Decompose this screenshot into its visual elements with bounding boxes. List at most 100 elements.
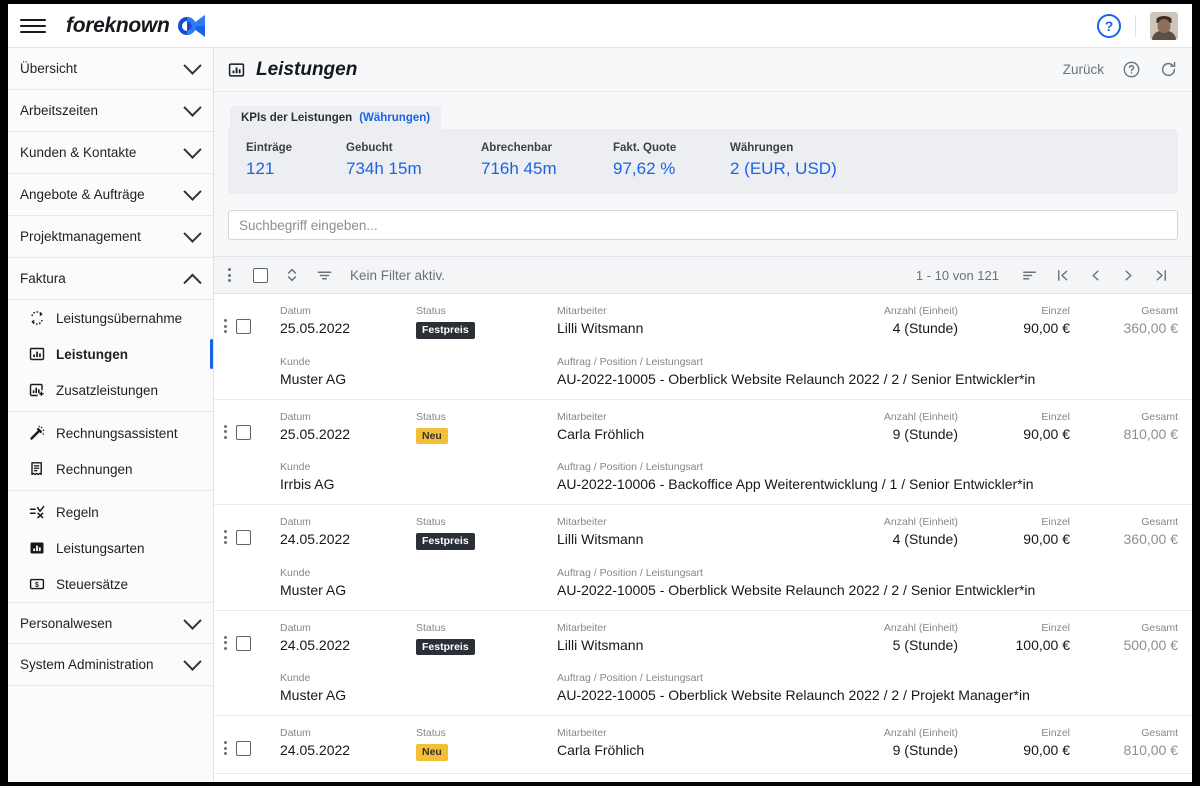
sidebar-item-leistungen[interactable]: Leistungen xyxy=(8,336,213,372)
row-checkbox[interactable] xyxy=(236,530,251,545)
more-vertical-icon[interactable] xyxy=(214,268,244,282)
status-badge: Neu xyxy=(416,427,448,444)
cell-label: Gesamt xyxy=(1141,621,1178,634)
help-circle-icon[interactable] xyxy=(1122,60,1141,79)
row-more-vertical-icon[interactable] xyxy=(224,424,227,439)
user-avatar[interactable] xyxy=(1150,11,1178,40)
kpi-gebucht: Gebucht 734h 15m xyxy=(346,142,481,179)
cell-value: Lilli Witsmann xyxy=(557,636,644,653)
next-page-icon[interactable] xyxy=(1112,260,1145,290)
table-row[interactable]: Datum 24.05.2022 Status Festpreis Mitarb… xyxy=(214,610,1192,716)
row-more-vertical-icon[interactable] xyxy=(224,741,227,755)
row-checkbox[interactable] xyxy=(236,635,251,651)
kpi-currency-link[interactable]: (Währungen) xyxy=(359,112,430,124)
brand-label: foreknown xyxy=(66,13,170,37)
sidebar-item-label: Rechnungen xyxy=(56,461,133,477)
row-checkbox[interactable] xyxy=(236,424,251,440)
sidebar-group-label: Angebote & Aufträge xyxy=(20,187,145,202)
cell-value: 25.05.2022 xyxy=(280,320,351,336)
hamburger-icon[interactable] xyxy=(20,15,46,37)
cell-label: Einzel xyxy=(1041,305,1070,317)
sort-lines-icon[interactable] xyxy=(1013,260,1046,290)
chevron-down-icon xyxy=(183,98,202,117)
row-more-vertical-icon[interactable] xyxy=(224,635,227,650)
sidebar-group-faktura[interactable]: Faktura xyxy=(8,258,213,300)
prev-page-icon[interactable] xyxy=(1079,260,1112,290)
cell-value: 360,00 € xyxy=(1123,531,1179,547)
sidebar-item-steuersaetze[interactable]: $ Steuersätze xyxy=(8,566,213,602)
row-more-vertical-icon[interactable] xyxy=(224,319,227,333)
brand[interactable]: foreknown xyxy=(66,13,206,39)
kpi-tab-label: KPIs der Leistungen xyxy=(241,112,353,124)
sidebar-group-angebote-auftraege[interactable]: Angebote & Aufträge xyxy=(8,174,213,216)
table-row[interactable]: Datum 24.05.2022 Status Neu Mitarbeiter … xyxy=(214,716,1192,774)
row-checkbox[interactable] xyxy=(236,319,251,334)
cell-status: Status Neu xyxy=(416,410,557,444)
cell-value: Lilli Witsmann xyxy=(557,531,644,547)
sidebar: Übersicht Arbeitszeiten Kunden & Kontakt… xyxy=(8,48,214,782)
cell-einzel: Einzel 100,00 € xyxy=(958,622,1071,653)
cell-auftrag: Auftrag / Position / Leistungsart AU-202… xyxy=(557,461,1178,492)
cell-label: Mitarbeiter xyxy=(557,410,607,423)
sidebar-group-kunden-kontakte[interactable]: Kunden & Kontakte xyxy=(8,132,213,174)
sidebar-item-rechnungen[interactable]: Rechnungen xyxy=(8,451,213,487)
search-bar[interactable] xyxy=(228,210,1178,240)
cell-auftrag: Auftrag / Position / Leistungsart AU-202… xyxy=(557,567,1178,598)
sidebar-group-projektmanagement[interactable]: Projektmanagement xyxy=(8,216,213,258)
content-area: KPIs der Leistungen (Währungen) Einträge… xyxy=(214,92,1192,782)
select-all-checkbox[interactable] xyxy=(244,267,276,283)
kpi-fakt-quote: Fakt. Quote 97,62 % xyxy=(613,142,730,179)
refresh-icon[interactable] xyxy=(1159,60,1178,79)
cell-value: AU-2022-10005 - Oberblick Website Relaun… xyxy=(557,581,1036,598)
rules-icon xyxy=(28,504,45,521)
search-input[interactable] xyxy=(239,217,1167,233)
back-button[interactable]: Zurück xyxy=(1063,62,1104,77)
sidebar-item-regeln[interactable]: Regeln xyxy=(8,494,213,530)
kpi-value: 97,62 % xyxy=(613,159,676,178)
foreknown-logo-icon xyxy=(176,13,206,39)
sidebar-item-label: Zusatzleistungen xyxy=(56,382,159,398)
cell-status: Status Neu xyxy=(416,727,557,761)
cell-value: 24.05.2022 xyxy=(280,636,351,653)
cell-mitarbeiter: Mitarbeiter Lilli Witsmann xyxy=(557,622,808,653)
sidebar-item-leistungsuebernahme[interactable]: Leistungsübernahme xyxy=(8,300,213,336)
row-line-secondary: Kunde Muster AG Auftrag / Position / Lei… xyxy=(280,356,1178,387)
chevron-down-icon xyxy=(183,610,202,630)
cell-value: AU-2022-10005 - Oberblick Website Relaun… xyxy=(557,370,1036,387)
sidebar-item-rechnungsassistent[interactable]: Rechnungsassistent xyxy=(8,415,213,451)
sidebar-item-label: Leistungsarten xyxy=(56,540,145,556)
kpi-label: Einträge xyxy=(246,142,293,154)
first-page-icon[interactable] xyxy=(1046,260,1079,290)
cell-label: Status xyxy=(416,410,446,423)
table-row[interactable]: Datum 24.05.2022 Status Festpreis Mitarb… xyxy=(214,505,1192,611)
help-circle-icon[interactable]: ? xyxy=(1097,13,1121,38)
svg-text:$: $ xyxy=(35,582,39,589)
table-row[interactable]: Datum 25.05.2022 Status Neu Mitarbeiter … xyxy=(214,399,1192,505)
row-line-secondary: Kunde Muster AG Auftrag / Position / Lei… xyxy=(280,672,1178,703)
sidebar-group-arbeitszeiten[interactable]: Arbeitszeiten xyxy=(8,90,213,132)
kpi-value: 121 xyxy=(246,159,275,178)
bar-chart-icon xyxy=(28,346,45,363)
last-page-icon[interactable] xyxy=(1145,260,1178,290)
cell-value: Muster AG xyxy=(280,687,347,703)
row-more-vertical-icon[interactable] xyxy=(224,530,227,544)
cell-label: Datum xyxy=(280,621,311,634)
chevron-down-icon xyxy=(183,652,202,671)
filter-icon[interactable] xyxy=(308,267,340,284)
cell-label: Kunde xyxy=(280,355,311,368)
sort-updown-icon[interactable] xyxy=(276,266,308,284)
cell-gesamt: Gesamt 810,00 € xyxy=(1070,411,1179,442)
sidebar-group-uebersicht[interactable]: Übersicht xyxy=(8,48,213,90)
cell-auftrag: Auftrag / Position / Leistungsart AU-202… xyxy=(557,356,1178,387)
page-title-label: Leistungen xyxy=(256,58,358,80)
row-checkbox[interactable] xyxy=(236,741,251,756)
sidebar-group-personalwesen[interactable]: Personalwesen xyxy=(8,602,213,644)
cell-datum: Datum 24.05.2022 xyxy=(280,622,416,653)
cell-label: Anzahl (Einheit) xyxy=(883,305,958,317)
row-body: Datum 25.05.2022 Status Neu Mitarbeiter … xyxy=(280,411,1178,493)
sidebar-item-zusatzleistungen[interactable]: Zusatzleistungen xyxy=(8,372,213,408)
sidebar-item-leistungsarten[interactable]: Leistungsarten xyxy=(8,530,213,566)
cell-label: Anzahl (Einheit) xyxy=(883,410,958,423)
table-row[interactable]: Datum 25.05.2022 Status Festpreis Mitarb… xyxy=(214,294,1192,400)
sidebar-group-system-administration[interactable]: System Administration xyxy=(8,644,213,686)
